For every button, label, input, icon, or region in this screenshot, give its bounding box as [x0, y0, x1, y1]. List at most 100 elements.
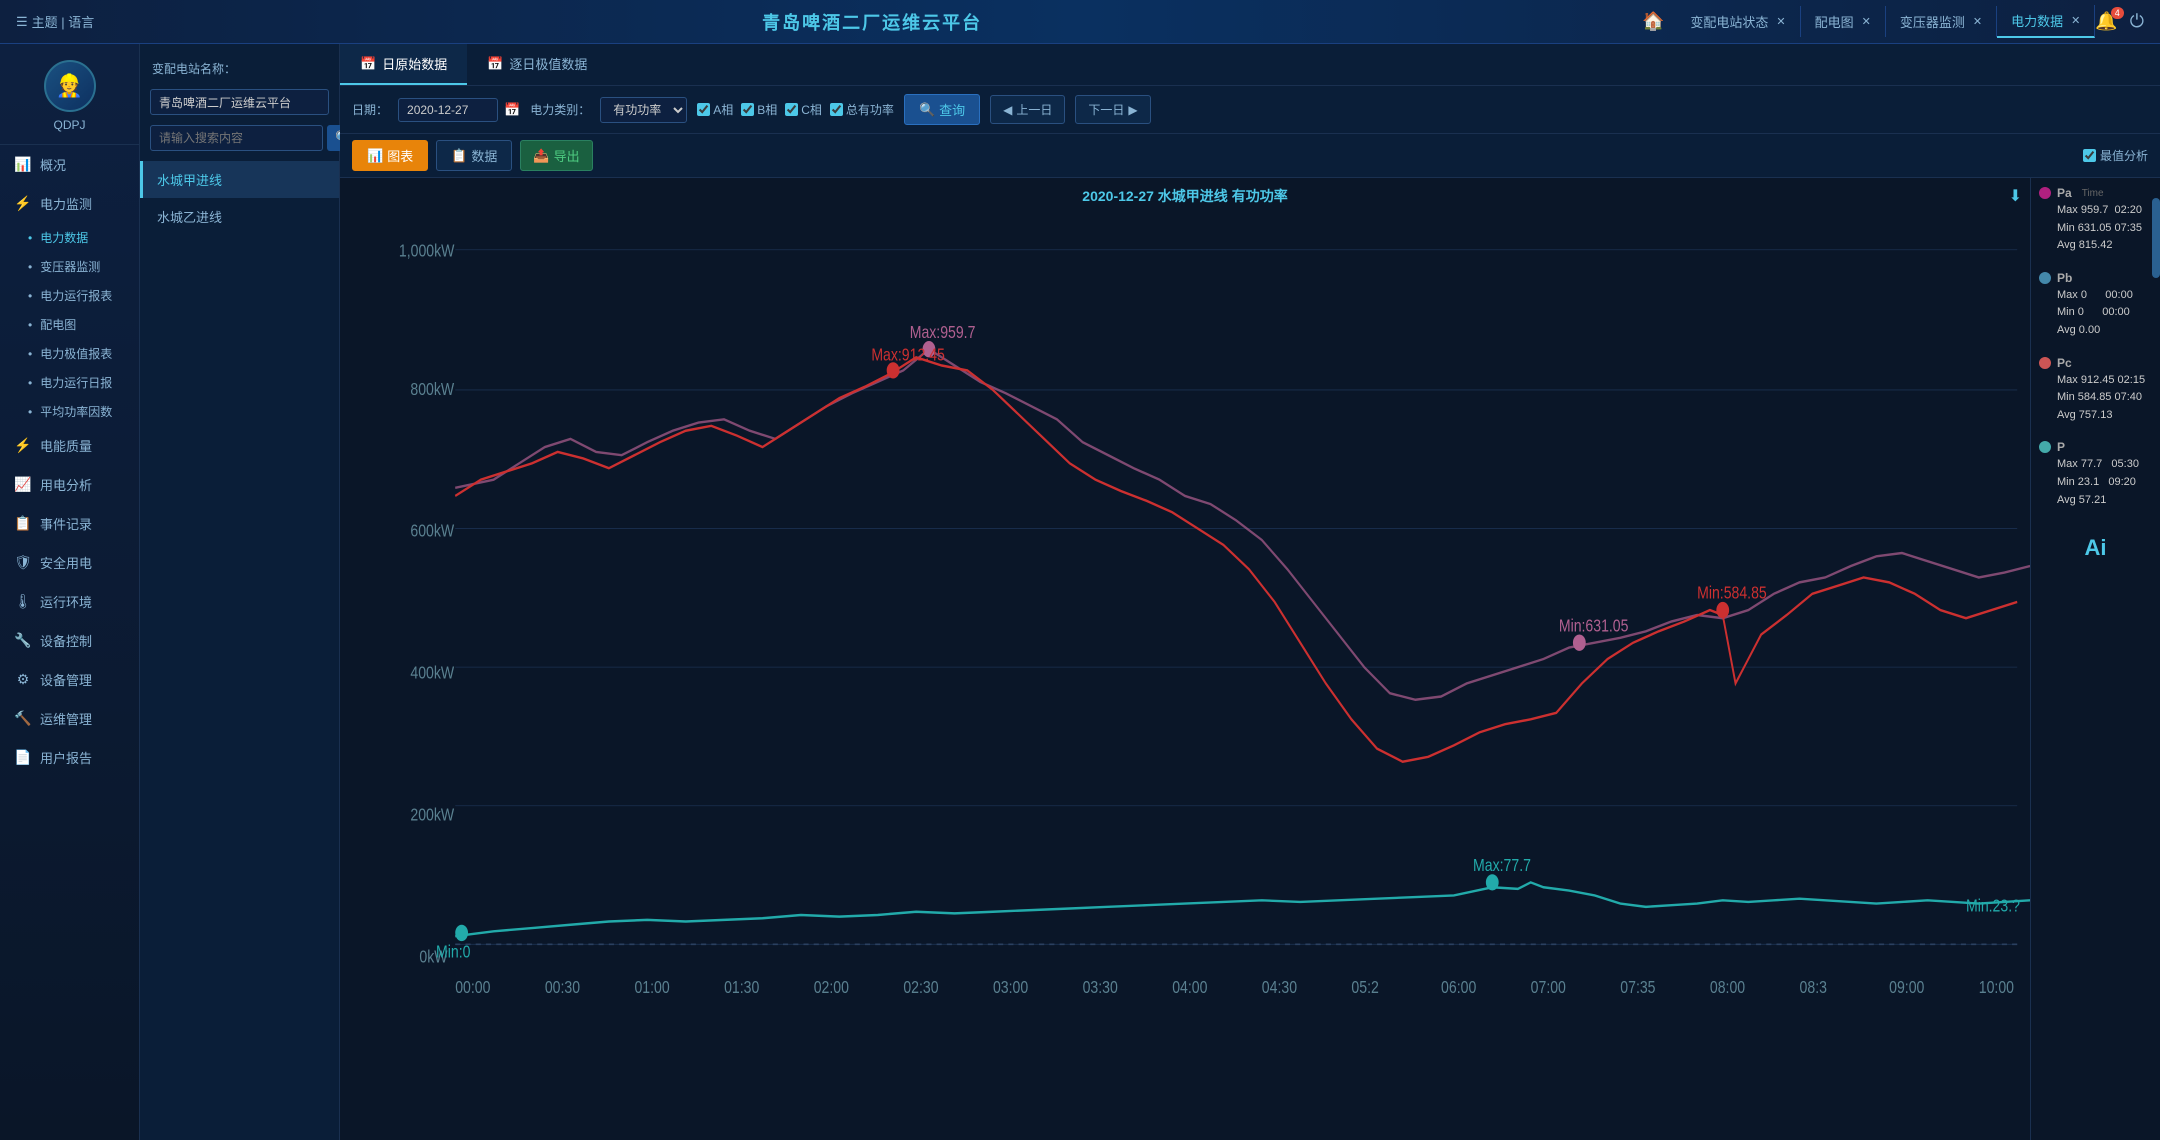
svg-text:Max:959.7: Max:959.7: [910, 322, 976, 342]
station-item-label: 水城甲进线: [157, 173, 222, 188]
sidebar-sub-label: 平均功率因数: [40, 403, 112, 420]
type-select[interactable]: 有功功率 无功功率 电流 电压: [600, 97, 687, 123]
svg-text:800kW: 800kW: [410, 379, 454, 399]
legend-dot-p: [2039, 441, 2051, 453]
tab-label: 变配电站状态: [1690, 12, 1768, 31]
legend-dot-pc: [2039, 357, 2051, 369]
close-icon[interactable]: ✕: [1973, 15, 1982, 28]
close-icon[interactable]: ✕: [2071, 14, 2080, 27]
svg-text:02:00: 02:00: [814, 978, 849, 998]
tab-distribution[interactable]: 配电图 ✕: [1801, 6, 1886, 37]
power-btn[interactable]: ⏻: [2130, 11, 2144, 32]
tab-daily-raw[interactable]: 📅 日原始数据: [340, 44, 467, 85]
sidebar-item-label: 设备管理: [40, 670, 92, 689]
sidebar-item-label: 运行环境: [40, 592, 92, 611]
search-row: 🔍: [140, 125, 339, 151]
next-label: 下一日: [1088, 101, 1124, 118]
phase-a-checkbox[interactable]: [697, 103, 710, 116]
sidebar-item-power-data[interactable]: 电力数据: [0, 223, 139, 252]
checkbox-phase-b[interactable]: B相: [741, 101, 777, 118]
tab-power-data[interactable]: 电力数据 ✕: [1997, 5, 2095, 38]
sidebar-item-event-log[interactable]: 📋 事件记录: [0, 504, 139, 543]
sidebar-item-user-report[interactable]: 📄 用户报告: [0, 738, 139, 777]
close-icon[interactable]: ✕: [1862, 15, 1871, 28]
sidebar-item-transformer[interactable]: 变压器监测: [0, 252, 139, 281]
sidebar-item-energy-quality[interactable]: ⚡ 电能质量: [0, 426, 139, 465]
sidebar-item-label: 安全用电: [40, 553, 92, 572]
query-button[interactable]: 🔍 查询: [904, 94, 980, 125]
tab-daily-extreme[interactable]: 📅 逐日极值数据: [467, 44, 607, 85]
sidebar-sub-label: 电力极值报表: [40, 345, 112, 362]
date-label: 日期：: [352, 101, 388, 118]
query-label: 查询: [939, 100, 965, 119]
legend-data-pc: Max 912.45 02:15Min 584.85 07:40Avg 757.…: [2057, 372, 2152, 425]
sidebar-item-safety[interactable]: 🛡 安全用电: [0, 543, 139, 582]
panel: 📅 日原始数据 📅 逐日极值数据 日期： 📅 电力类别： 有功功率 无功功率 电…: [340, 44, 2160, 1140]
scrollbar-track[interactable]: [2152, 178, 2160, 1140]
tab-transformer[interactable]: 变压器监测 ✕: [1886, 6, 1997, 37]
max-analysis-label: 最值分析: [2100, 147, 2148, 164]
search-input[interactable]: [150, 125, 323, 151]
calendar-icon[interactable]: 📅: [504, 102, 520, 118]
sidebar-item-power-factor[interactable]: 平均功率因数: [0, 397, 139, 426]
sidebar-item-device-control[interactable]: 🔧 设备控制: [0, 621, 139, 660]
svg-text:07:00: 07:00: [1531, 978, 1566, 998]
max-analysis-checkbox[interactable]: [2083, 149, 2096, 162]
station-item-shui-jia[interactable]: 水城甲进线: [140, 161, 339, 198]
export-button[interactable]: 📤 导出: [520, 140, 592, 171]
max-analysis-group: 最值分析: [2083, 147, 2148, 164]
download-icon[interactable]: ⬇: [2009, 186, 2022, 206]
checkbox-phase-a[interactable]: A相: [697, 101, 733, 118]
station-item-shui-yi[interactable]: 水城乙进线: [140, 198, 339, 235]
sidebar-item-ops-management[interactable]: 🔨 运维管理: [0, 699, 139, 738]
svg-text:00:00: 00:00: [455, 978, 490, 998]
sidebar-item-environment[interactable]: 🌡 运行环境: [0, 582, 139, 621]
svg-text:00:30: 00:30: [545, 978, 580, 998]
data-view-button[interactable]: 📋 数据: [436, 140, 512, 171]
chart-view-button[interactable]: 📊 图表: [352, 140, 428, 171]
topbar-menu[interactable]: ☰ 主题 | 语言: [16, 12, 94, 31]
ai-label: Ai: [2039, 535, 2152, 561]
checkbox-total[interactable]: 总有功率: [830, 101, 894, 118]
sidebar-item-power-extreme[interactable]: 电力极值报表: [0, 339, 139, 368]
user-report-icon: 📄: [14, 749, 32, 766]
sidebar-item-overview[interactable]: 📊 概况: [0, 145, 139, 184]
phase-c-checkbox[interactable]: [785, 103, 798, 116]
tab-substation-status[interactable]: 变配电站状态 ✕: [1676, 6, 1800, 37]
prev-label: 上一日: [1016, 101, 1052, 118]
chart-container: 2020-12-27 水城甲进线 有功功率 ⬇ .grid-line { str…: [340, 178, 2160, 1140]
tab-icon: 📅: [487, 56, 503, 72]
svg-text:09:00: 09:00: [1889, 978, 1924, 998]
scrollbar-thumb[interactable]: [2152, 198, 2160, 278]
notification-bell[interactable]: 🔔4: [2095, 11, 2117, 32]
sidebar-item-power-report[interactable]: 电力运行报表: [0, 281, 139, 310]
tab-label: 日原始数据: [382, 54, 447, 73]
sidebar-item-electricity-analysis[interactable]: 📈 用电分析: [0, 465, 139, 504]
phase-b-checkbox[interactable]: [741, 103, 754, 116]
chart-legend-panel: Pa Time Max 959.7 02:20Min 631.05 07:35A…: [2030, 178, 2160, 1140]
device-control-icon: 🔧: [14, 632, 32, 649]
svg-text:Max:912.45: Max:912.45: [871, 345, 945, 365]
power-monitor-icon: ⚡: [14, 195, 32, 212]
total-checkbox[interactable]: [830, 103, 843, 116]
sidebar-item-power-daily[interactable]: 电力运行日报: [0, 368, 139, 397]
svg-text:400kW: 400kW: [410, 663, 454, 683]
tab-icon: 📅: [360, 56, 376, 72]
chart-svg-wrap: 2020-12-27 水城甲进线 有功功率 ⬇ .grid-line { str…: [340, 178, 2030, 1140]
prev-day-button[interactable]: ◀ 上一日: [990, 95, 1065, 124]
checkbox-phase-c[interactable]: C相: [785, 101, 822, 118]
chart-svg: .grid-line { stroke: #1a3050; stroke-wid…: [340, 178, 2030, 1140]
topbar-home-btn[interactable]: 🏠: [1630, 5, 1676, 38]
station-input[interactable]: [150, 89, 329, 115]
sidebar-item-power-monitor[interactable]: ⚡ 电力监测: [0, 184, 139, 223]
sidebar-item-label: 用电分析: [40, 475, 92, 494]
legend-item-pb: Pb Max 0 00:00Min 0 00:00Avg 0.00: [2039, 271, 2152, 340]
next-day-button[interactable]: 下一日 ▶: [1075, 95, 1150, 124]
legend-label-row: Pa Time: [2039, 186, 2152, 200]
environment-icon: 🌡: [14, 593, 32, 610]
sidebar-item-distribution[interactable]: 配电图: [0, 310, 139, 339]
close-icon[interactable]: ✕: [1776, 15, 1785, 28]
sidebar-item-device-management[interactable]: ⚙ 设备管理: [0, 660, 139, 699]
svg-text:02:30: 02:30: [903, 978, 938, 998]
date-input[interactable]: [398, 98, 498, 122]
